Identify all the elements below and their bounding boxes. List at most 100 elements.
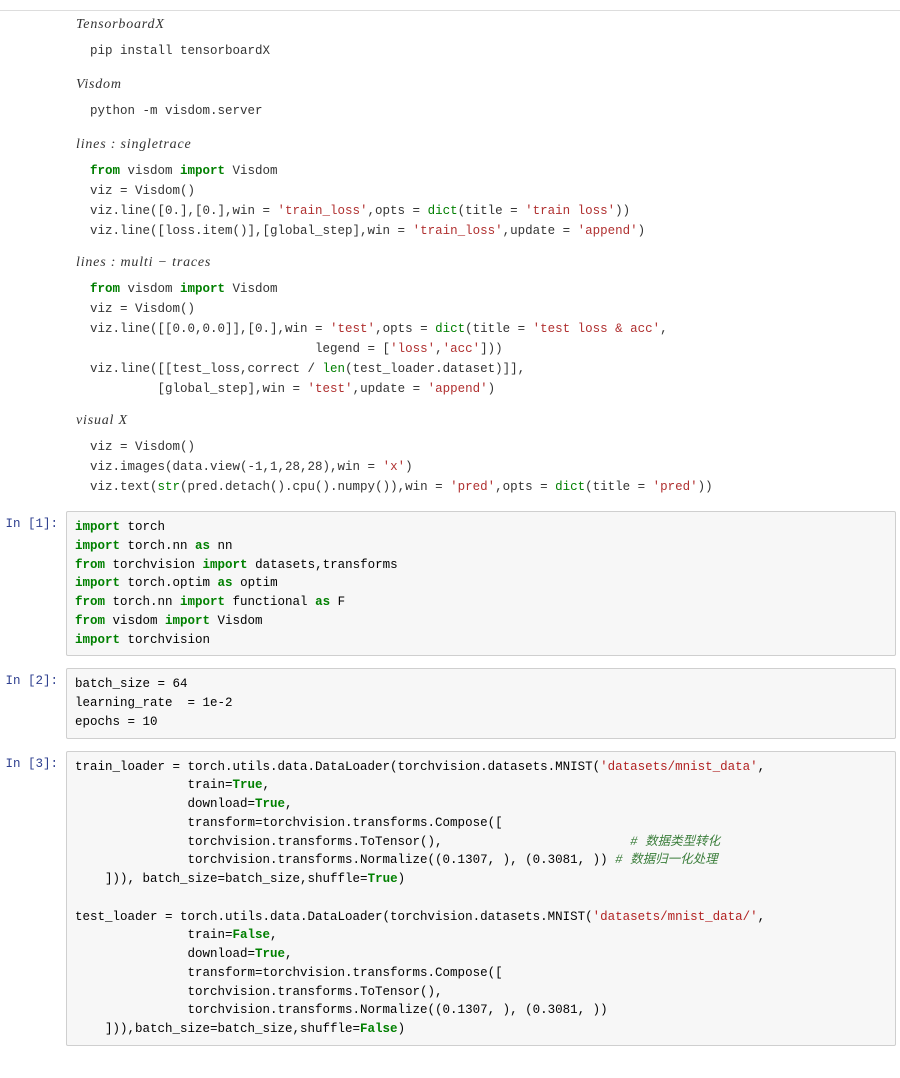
token-kw: import bbox=[75, 576, 120, 590]
txt: (title = bbox=[458, 204, 526, 218]
code-cell[interactable]: In [2]:batch_size = 64 learning_rate = 1… bbox=[0, 668, 900, 738]
bi: dict bbox=[555, 480, 585, 494]
str: 'pred' bbox=[653, 480, 698, 494]
token: optim bbox=[233, 576, 278, 590]
txt: (test_loader.dataset)]], bbox=[345, 362, 525, 376]
kw: from bbox=[90, 282, 120, 296]
token: transform=torchvision.transforms.Compose… bbox=[75, 816, 503, 830]
section-title: Visdom bbox=[76, 77, 900, 93]
code-block: viz = Visdom() viz.images(data.view(-1,1… bbox=[90, 437, 900, 497]
bi: str bbox=[158, 480, 181, 494]
markdown-section-multitraces: lines : multi − traces from visdom impor… bbox=[0, 255, 900, 399]
section-title: lines : multi − traces bbox=[76, 255, 900, 271]
token: torch.optim bbox=[120, 576, 218, 590]
txt: ) bbox=[638, 224, 646, 238]
token: download= bbox=[75, 797, 255, 811]
txt: legend = [ bbox=[90, 342, 390, 356]
txt: (title = bbox=[465, 322, 533, 336]
token-bool: True bbox=[255, 797, 285, 811]
token: torch.nn bbox=[105, 595, 180, 609]
token: ])),batch_size=batch_size,shuffle= bbox=[75, 1022, 360, 1036]
markdown-section-visualx: visual X viz = Visdom() viz.images(data.… bbox=[0, 413, 900, 497]
str: 'loss' bbox=[390, 342, 435, 356]
token: train= bbox=[75, 778, 233, 792]
token-kw: from bbox=[75, 558, 105, 572]
token: torchvision.transforms.ToTensor(), bbox=[75, 985, 443, 999]
token: epochs = 10 bbox=[75, 715, 158, 729]
txt: viz.line([0.],[0.],win = bbox=[90, 204, 278, 218]
token-kw: from bbox=[75, 595, 105, 609]
token-kw: as bbox=[195, 539, 210, 553]
token-kw: import bbox=[203, 558, 248, 572]
txt: viz = Visdom() bbox=[90, 440, 195, 454]
token-kw: from bbox=[75, 614, 105, 628]
str: 'train_loss' bbox=[278, 204, 368, 218]
kw: from bbox=[90, 164, 120, 178]
notebook-container: TensorboardX pip install tensorboardX Vi… bbox=[0, 0, 900, 1078]
str: 'append' bbox=[578, 224, 638, 238]
txt: ,update = bbox=[503, 224, 578, 238]
txt: )) bbox=[698, 480, 713, 494]
code-input-area[interactable]: batch_size = 64 learning_rate = 1e-2 epo… bbox=[66, 668, 896, 738]
token-kw: import bbox=[75, 520, 120, 534]
token-bool: True bbox=[368, 872, 398, 886]
txt: ,opts = bbox=[368, 204, 428, 218]
token: , bbox=[270, 928, 278, 942]
section-title: lines : singletrace bbox=[76, 137, 900, 153]
token: test_loader = torch.utils.data.DataLoade… bbox=[75, 910, 593, 924]
code-input-area[interactable]: import torch import torch.nn as nn from … bbox=[66, 511, 896, 656]
token-bool: True bbox=[233, 778, 263, 792]
token: visdom bbox=[105, 614, 165, 628]
bi: len bbox=[323, 362, 346, 376]
token: download= bbox=[75, 947, 255, 961]
bi: dict bbox=[435, 322, 465, 336]
txt: Visdom bbox=[225, 164, 278, 178]
token: torchvision bbox=[120, 633, 210, 647]
token: , bbox=[285, 947, 293, 961]
token-bool: False bbox=[360, 1022, 398, 1036]
str: 'append' bbox=[428, 382, 488, 396]
token: ) bbox=[398, 1022, 406, 1036]
token: torchvision.transforms.Normalize((0.1307… bbox=[75, 1003, 608, 1017]
txt: ,update = bbox=[353, 382, 428, 396]
token: torchvision.transforms.ToTensor(), bbox=[75, 835, 630, 849]
code-cell[interactable]: In [1]:import torch import torch.nn as n… bbox=[0, 511, 900, 656]
token: batch_size = 64 bbox=[75, 677, 188, 691]
txt: viz = Visdom() bbox=[90, 184, 195, 198]
section-title: TensorboardX bbox=[76, 17, 900, 33]
token: , bbox=[758, 760, 766, 774]
token: torchvision bbox=[105, 558, 203, 572]
txt: visdom bbox=[120, 282, 180, 296]
code-cell[interactable]: In [3]:train_loader = torch.utils.data.D… bbox=[0, 751, 900, 1046]
token: transform=torchvision.transforms.Compose… bbox=[75, 966, 503, 980]
str: 'train_loss' bbox=[413, 224, 503, 238]
token: , bbox=[285, 797, 293, 811]
txt: ) bbox=[405, 460, 413, 474]
code-input-area[interactable]: train_loader = torch.utils.data.DataLoad… bbox=[66, 751, 896, 1046]
input-prompt: In [3]: bbox=[0, 751, 66, 771]
code-block: from visdom import Visdom viz = Visdom()… bbox=[90, 161, 900, 241]
txt: , bbox=[660, 322, 668, 336]
token-kw: import bbox=[75, 633, 120, 647]
token: ) bbox=[398, 872, 406, 886]
code-block: from visdom import Visdom viz = Visdom()… bbox=[90, 279, 900, 399]
txt: ) bbox=[488, 382, 496, 396]
token-kw: import bbox=[165, 614, 210, 628]
code-cells: In [1]:import torch import torch.nn as n… bbox=[0, 511, 900, 1046]
txt: viz.text( bbox=[90, 480, 158, 494]
token: torch.nn bbox=[120, 539, 195, 553]
str: 'pred' bbox=[450, 480, 495, 494]
input-prompt: In [1]: bbox=[0, 511, 66, 531]
txt: , bbox=[435, 342, 443, 356]
str: 'acc' bbox=[443, 342, 481, 356]
txt: ,opts = bbox=[375, 322, 435, 336]
txt: viz.images(data.view(-1,1,28,28),win = bbox=[90, 460, 383, 474]
token: learning_rate = 1e-2 bbox=[75, 696, 233, 710]
bi: dict bbox=[428, 204, 458, 218]
token: , bbox=[263, 778, 271, 792]
txt: visdom bbox=[120, 164, 180, 178]
token: functional bbox=[225, 595, 315, 609]
txt: )) bbox=[615, 204, 630, 218]
txt: viz = Visdom() bbox=[90, 302, 195, 316]
section-title: visual X bbox=[76, 413, 900, 429]
